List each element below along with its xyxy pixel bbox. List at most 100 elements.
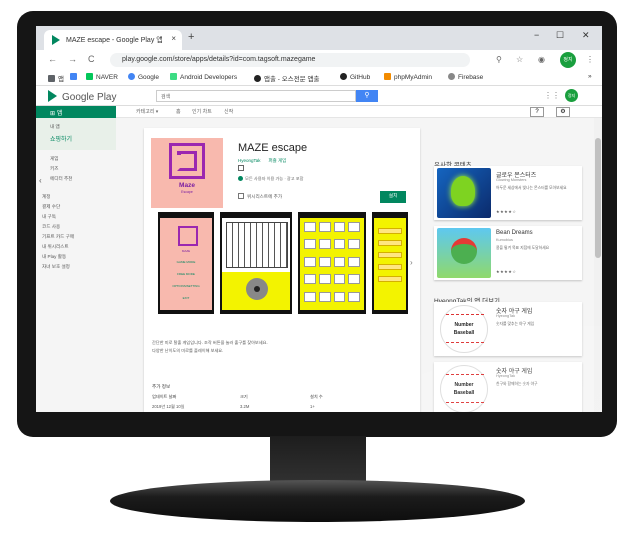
google-play-logo[interactable]: Google Play xyxy=(48,90,116,103)
browser-tab[interactable]: MAZE escape - Google Play 앱 × xyxy=(44,30,182,50)
monitor-screen: MAZE escape - Google Play 앱 × + − ☐ ✕ ← … xyxy=(36,26,602,412)
level-grid xyxy=(304,222,360,306)
subnav-top-charts[interactable]: 인기 차트 xyxy=(192,108,212,115)
info-label-updated: 업데이트 날짜 xyxy=(152,394,177,399)
bookmarks-bar: 앱 NAVER Google Android Developers 앱출 - 오… xyxy=(36,70,602,86)
check-circle-icon xyxy=(238,176,243,181)
help-button[interactable]: ? xyxy=(530,107,544,117)
screenshot-levels[interactable] xyxy=(298,212,366,314)
main-content: Maze Escape MAZE escape HyeongTak 퍼즐 게임 모… xyxy=(116,118,602,412)
scrollbar[interactable] xyxy=(594,118,602,412)
bookmark-google[interactable]: Google xyxy=(128,73,159,81)
related-card-number-baseball-1[interactable]: Number Baseball 숫자 야구 게임 HyeongTak 숫자를 맞… xyxy=(434,302,582,356)
sidebar-item-redeem[interactable]: 코드 사용 xyxy=(42,224,60,230)
sidebar-item-wishlist[interactable]: 내 위시리스트 xyxy=(42,244,69,250)
app-developer[interactable]: HyeongTak 퍼즐 게임 xyxy=(238,158,286,164)
bookmark-phpmyadmin[interactable]: phpMyAdmin xyxy=(384,73,432,81)
related-card-glow-monsters[interactable]: 글로우 몬스터즈 Glowing Monsters 어두운 세상에서 빛나는 몬… xyxy=(434,166,582,220)
app-detail-card: Maze Escape MAZE escape HyeongTak 퍼즐 게임 모… xyxy=(144,128,420,412)
google-play-favicon-icon xyxy=(52,35,60,45)
maze-spiral-icon xyxy=(169,143,205,179)
bookmark-naver[interactable]: NAVER xyxy=(86,73,118,81)
maze-grid xyxy=(226,222,288,268)
bookmark-blank[interactable] xyxy=(70,73,80,81)
sidebar-item-my-apps[interactable]: 내 앱 xyxy=(50,124,60,130)
tab-title: MAZE escape - Google Play 앱 xyxy=(66,37,163,44)
wishlist-button[interactable]: 위시리스트에 추가 xyxy=(238,193,282,200)
search-button[interactable]: ⚲ xyxy=(356,90,378,102)
bookmark-apps[interactable]: 앱 xyxy=(48,73,64,83)
screenshot-options[interactable] xyxy=(372,212,408,314)
sidebar-highlight xyxy=(36,118,116,150)
bookmark-android-developers[interactable]: Android Developers xyxy=(170,73,237,81)
bookmark-app-store[interactable]: 앱출 - 오스전문 앱출 xyxy=(254,73,319,83)
dpad-panel xyxy=(222,272,290,310)
menu-kebab-icon[interactable]: ⋮ xyxy=(586,55,594,64)
install-button[interactable]: 설치 xyxy=(380,191,406,203)
star-icon[interactable]: ☆ xyxy=(516,55,523,64)
sidebar-item-kids[interactable]: 키즈 xyxy=(50,166,58,172)
play-subnav: ⊞ 앱 카테고리 ▾ 홈 인기 차트 신작 ? ⚙ xyxy=(36,106,602,118)
bookmarks-more[interactable]: » xyxy=(588,73,592,80)
app-category[interactable]: 퍼즐 게임 xyxy=(269,158,287,163)
sidebar-item-gift-card[interactable]: 기프트 카드 구매 xyxy=(42,234,74,240)
bookmark-github[interactable]: GitHub xyxy=(340,73,370,81)
content-rating-icon xyxy=(238,165,244,171)
maximize-button[interactable]: ☐ xyxy=(556,30,564,41)
scrollbar-thumb[interactable] xyxy=(595,138,601,258)
collapse-chevron-icon[interactable]: ‹ xyxy=(39,176,42,185)
app-title: MAZE escape xyxy=(238,142,308,154)
sidebar-item-editors-choice[interactable]: 에디터 추천 xyxy=(50,176,72,182)
sidebar-item-activity[interactable]: 내 Play 활동 xyxy=(42,254,66,260)
rating-stars: ★★★★☆ xyxy=(496,269,517,274)
additional-info-header: 추가 정보 xyxy=(152,384,171,389)
related-card-number-baseball-2[interactable]: Number Baseball 숫자 야구 게임 HyeongTak 친구와 함… xyxy=(434,362,582,412)
bookmark-firebase[interactable]: Firebase xyxy=(448,73,483,81)
apps-grid-icon[interactable]: ⋮⋮ xyxy=(544,91,560,100)
wishlist-bookmark-icon xyxy=(238,193,244,199)
screenshot-menu[interactable]: MAZE GAME MODE FREE MODE OPTIONS/SETTING… xyxy=(158,212,214,314)
subnav-category[interactable]: 카테고리 ▾ xyxy=(136,108,158,115)
baseball-icon: Number Baseball xyxy=(440,305,488,353)
account-avatar[interactable]: 정지 xyxy=(565,89,578,102)
subnav-new[interactable]: 신작 xyxy=(224,108,233,115)
sidebar-item-payment[interactable]: 결제 수단 xyxy=(42,204,60,210)
sidebar: 내 앱 쇼핑하기 ‹ 게임 키즈 에디터 추천 계정 결제 수단 내 구독 코드… xyxy=(36,118,116,412)
back-button[interactable]: ← xyxy=(48,54,57,64)
url-field[interactable]: play.google.com/store/apps/details?id=co… xyxy=(110,53,470,67)
sidebar-item-games[interactable]: 게임 xyxy=(50,156,58,162)
sidebar-item-parental[interactable]: 자녀 보호 설정 xyxy=(42,264,70,270)
subnav-home[interactable]: 홈 xyxy=(176,108,181,115)
related-card-bean-dreams[interactable]: Bean Dreams Kumobius 콩을 튕겨 목표 지점에 도달하세요 … xyxy=(434,226,582,280)
monster-icon xyxy=(451,176,475,206)
close-window-button[interactable]: ✕ xyxy=(582,30,590,41)
new-tab-button[interactable]: + xyxy=(188,31,194,43)
minimize-button[interactable]: − xyxy=(534,30,539,40)
sidebar-item-subscriptions[interactable]: 내 구독 xyxy=(42,214,56,220)
screenshot-next-chevron-icon[interactable]: › xyxy=(410,258,413,267)
bean-icon xyxy=(451,238,477,264)
apps-grid-icon xyxy=(48,75,55,82)
forward-button[interactable]: → xyxy=(68,54,77,64)
app-icon-subtitle: Escape xyxy=(181,190,193,194)
screenshot-maze[interactable] xyxy=(220,212,292,314)
camera-icon[interactable]: ◉ xyxy=(538,55,545,64)
play-header: Google Play 검색 ⚲ ⋮⋮ 정지 xyxy=(36,86,602,106)
sidebar-item-shop[interactable]: 쇼핑하기 xyxy=(50,134,72,143)
tab-apps[interactable]: ⊞ 앱 xyxy=(36,106,116,118)
phpmyadmin-icon xyxy=(384,73,391,80)
settings-gear-icon[interactable]: ⚙ xyxy=(556,107,570,117)
app-icon: Maze Escape xyxy=(151,138,223,208)
profile-avatar[interactable]: 정지 xyxy=(560,52,576,68)
play-triangle-icon xyxy=(48,90,57,102)
zoom-icon[interactable]: ⚲ xyxy=(496,55,502,64)
sidebar-item-account[interactable]: 계정 xyxy=(42,194,50,200)
app-thumbnail xyxy=(437,168,491,218)
tab-bar: MAZE escape - Google Play 앱 × + − ☐ ✕ xyxy=(36,26,602,50)
reload-button[interactable]: C xyxy=(88,54,95,64)
android-icon xyxy=(170,73,177,80)
tab-close-icon[interactable]: × xyxy=(171,34,176,43)
rating-stars: ★★★★☆ xyxy=(496,209,517,214)
play-search-input[interactable]: 검색 xyxy=(156,90,356,102)
bookmark-site-icon xyxy=(254,75,261,82)
